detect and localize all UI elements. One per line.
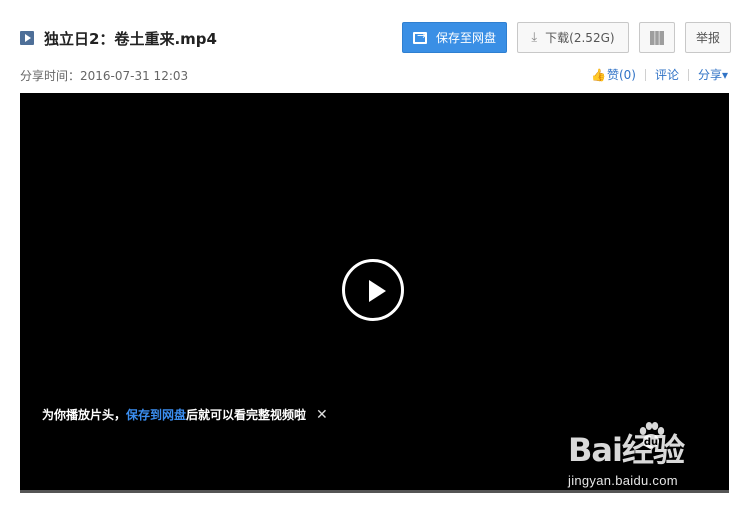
like-link[interactable]: 赞(0) bbox=[607, 66, 636, 83]
tip-suffix: 后就可以看完整视频啦 bbox=[186, 408, 307, 422]
report-button[interactable]: 举报 bbox=[685, 22, 731, 53]
video-player[interactable]: 为你播放片头， 保存到网盘 后就可以看完整视频啦 ✕ Bai经验 du jing… bbox=[20, 93, 729, 490]
share-dropdown[interactable]: 分享▾ bbox=[698, 66, 728, 83]
download-button[interactable]: ⤓ 下载(2.52G) bbox=[517, 22, 629, 53]
thumbs-up-icon: 👍 bbox=[591, 67, 606, 82]
divider bbox=[644, 68, 646, 81]
save-button-label: 保存至网盘 bbox=[435, 31, 496, 45]
watermark: Bai经验 du jingyan.baidu.com bbox=[568, 422, 685, 488]
play-icon[interactable] bbox=[342, 259, 404, 321]
watermark-url: jingyan.baidu.com bbox=[568, 473, 678, 488]
comment-link[interactable]: 评论 bbox=[655, 66, 679, 83]
report-button-label: 举报 bbox=[695, 31, 720, 45]
download-icon: ⤓ bbox=[531, 30, 538, 45]
baidu-paw-icon: du bbox=[639, 422, 665, 448]
save-to-cloud-button[interactable]: 保存至网盘 bbox=[402, 22, 507, 53]
qr-code-button[interactable] bbox=[639, 22, 675, 53]
divider bbox=[687, 68, 689, 81]
tip-save-link[interactable]: 保存到网盘 bbox=[126, 406, 186, 423]
svg-text:du: du bbox=[644, 437, 658, 448]
save-to-cloud-icon bbox=[412, 29, 427, 44]
download-button-label: 下载(2.52G) bbox=[545, 31, 615, 45]
share-time: 分享时间：2016-07-31 12:03 bbox=[20, 69, 189, 83]
qr-code-icon bbox=[650, 30, 664, 45]
tip-prefix: 为你播放片头， bbox=[42, 408, 127, 422]
file-actions: 👍 赞(0) 评论 分享▾ bbox=[591, 66, 728, 83]
player-progress-track bbox=[20, 490, 729, 493]
preview-tip: 为你播放片头， 保存到网盘 后就可以看完整视频啦 ✕ bbox=[42, 406, 328, 423]
file-title: 独立日2：卷土重来.mp4 bbox=[44, 30, 217, 48]
close-icon[interactable]: ✕ bbox=[316, 407, 328, 423]
video-file-icon bbox=[20, 31, 34, 45]
